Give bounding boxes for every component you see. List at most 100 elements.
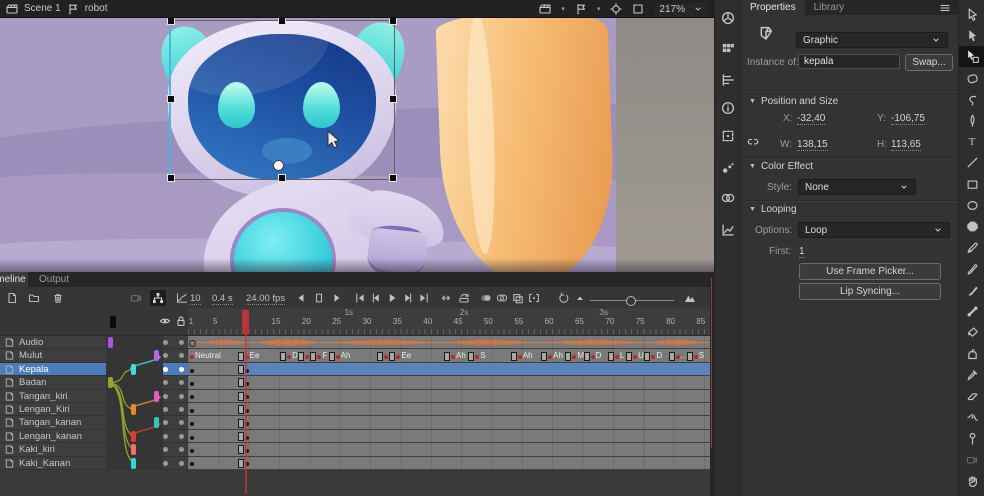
transform-panel-button[interactable] <box>718 126 738 146</box>
layer-lock-dot[interactable] <box>179 353 184 358</box>
graph-editor-button[interactable] <box>174 290 190 306</box>
selection-handle-mid-left[interactable] <box>167 95 175 103</box>
tab-output[interactable]: Output <box>30 272 78 287</box>
frames-row-Lengan_Kiri[interactable] <box>188 403 710 416</box>
mouth-span-end-f59[interactable] <box>541 352 547 361</box>
selected-frame-span-Kepala[interactable] <box>243 363 710 375</box>
eyedropper-tool[interactable] <box>959 364 984 385</box>
use-frame-picker-button[interactable]: Use Frame Picker... <box>799 263 941 280</box>
keyframe-mulut-f71[interactable] <box>615 355 619 359</box>
timeline-ruler[interactable]: 151520253035404550556065707580851s2s3s <box>188 308 710 336</box>
mouth-span-end-f24[interactable] <box>329 352 335 361</box>
parent-tag-Mulut[interactable] <box>154 350 159 361</box>
color-effect-section-header[interactable]: ▼Color Effect <box>749 161 813 172</box>
mouth-span-end-f34[interactable] <box>389 352 395 361</box>
align-panel-button[interactable] <box>718 70 738 90</box>
zoom-in-timeline-button[interactable] <box>682 290 698 306</box>
breadcrumb-scene[interactable]: Scene 1 <box>24 3 61 14</box>
span-end-Tangan_kanan[interactable] <box>238 419 244 428</box>
history-panel-button[interactable] <box>718 220 738 240</box>
go-to-first-frame-button[interactable] <box>352 290 368 306</box>
mouth-span-end-f32[interactable] <box>377 352 383 361</box>
camera-toggle-button[interactable] <box>128 290 144 306</box>
layer-lock-dot[interactable] <box>179 434 184 439</box>
lip-syncing-button[interactable]: Lip Syncing... <box>799 283 941 300</box>
h-value[interactable]: 113,65 <box>891 139 921 151</box>
keyframe-Lengan_kanan-f1[interactable] <box>190 436 194 440</box>
parent-tag-Audio[interactable] <box>108 337 113 348</box>
eraser-tool[interactable] <box>959 386 984 407</box>
keyframe-mulut-f81[interactable] <box>676 355 680 359</box>
selection-tool[interactable] <box>959 4 984 25</box>
selection-handle-bottom-left[interactable] <box>167 174 175 182</box>
ink-bottle-tool[interactable] <box>959 343 984 364</box>
keyframe-Kaki_kiri-f1[interactable] <box>190 449 194 453</box>
lasso-tool[interactable] <box>959 89 984 110</box>
fluid-brush-tool[interactable] <box>959 280 984 301</box>
span-end-Kaki_kiri[interactable] <box>238 445 244 454</box>
polystar-tool[interactable] <box>959 216 984 237</box>
step-forward-one-frame-button[interactable] <box>400 290 416 306</box>
w-value[interactable]: 138,15 <box>797 139 828 151</box>
asset-warp-tool[interactable] <box>959 428 984 449</box>
mouth-span-end-f80[interactable] <box>669 352 675 361</box>
delete-layer-button[interactable] <box>50 290 66 306</box>
frame-rate-indicator[interactable]: 24.00 fps <box>246 293 285 305</box>
looping-options-dropdown[interactable]: Loop <box>798 222 950 238</box>
parent-tag-Tangan_kanan[interactable] <box>154 417 159 428</box>
keyframe-mulut-f84[interactable] <box>694 355 698 359</box>
show-hide-all-layers-icon[interactable] <box>158 314 172 328</box>
play-button[interactable] <box>384 290 400 306</box>
onion-skin-button[interactable] <box>478 290 494 306</box>
color-style-dropdown[interactable]: None <box>798 179 916 195</box>
span-end-Kepala[interactable] <box>238 365 244 374</box>
width-tool[interactable] <box>959 407 984 428</box>
span-end-Badan[interactable] <box>238 378 244 387</box>
step-back-button[interactable] <box>293 290 309 306</box>
elapsed-time-indicator[interactable]: 0.4 s <box>212 293 233 305</box>
y-value[interactable]: -106,75 <box>891 113 925 125</box>
go-to-last-frame-button[interactable] <box>416 290 432 306</box>
mouth-span-end-f19[interactable] <box>298 352 304 361</box>
step-forward-button[interactable] <box>329 290 345 306</box>
gradient-transform-tool[interactable] <box>959 68 984 89</box>
span-end-Lengan_Kiri[interactable] <box>238 405 244 414</box>
edit-multiple-frames-button[interactable] <box>510 290 526 306</box>
tab-properties[interactable]: Properties <box>741 0 805 15</box>
modify-markers-button[interactable] <box>526 290 542 306</box>
instance-name-field[interactable]: kepala <box>798 54 900 69</box>
selection-handle-bottom-right[interactable] <box>389 174 397 182</box>
layer-lock-dot[interactable] <box>179 407 184 412</box>
new-layer-button[interactable] <box>4 290 20 306</box>
frames-row-Tangan_kanan[interactable] <box>188 416 710 429</box>
tab-library[interactable]: Library <box>805 0 854 15</box>
oval-tool[interactable] <box>959 195 984 216</box>
position-size-section-header[interactable]: ▼Position and Size <box>749 96 838 107</box>
paint-bucket-tool[interactable] <box>959 322 984 343</box>
parent-tag-Kaki_kiri[interactable] <box>131 444 136 455</box>
rectangle-tool[interactable] <box>959 174 984 195</box>
layer-lock-dot[interactable] <box>179 367 184 372</box>
hand-tool[interactable] <box>959 470 984 491</box>
layer-lock-dot[interactable] <box>179 380 184 385</box>
zoom-level-select[interactable]: 217% <box>654 3 708 16</box>
selection-handle-top-mid[interactable] <box>278 18 286 25</box>
selection-handle-bottom-mid[interactable] <box>278 174 286 182</box>
mouth-span-end-f83[interactable] <box>687 352 693 361</box>
keyframe-Kepala-f1[interactable] <box>190 369 194 373</box>
current-frame-indicator[interactable]: 10 <box>190 293 201 305</box>
onion-skin-outlines-button[interactable] <box>494 290 510 306</box>
layer-lock-dot[interactable] <box>179 394 184 399</box>
lock-all-layers-icon[interactable] <box>174 314 188 328</box>
panel-menu-icon[interactable] <box>939 2 951 14</box>
timeline-zoom-slider-knob[interactable] <box>626 296 636 306</box>
span-end-Lengan_kanan[interactable] <box>238 432 244 441</box>
clip-content-button[interactable] <box>632 3 644 15</box>
selection-handle-mid-right[interactable] <box>389 95 397 103</box>
panel-divider[interactable] <box>710 272 714 496</box>
reset-timeline-zoom-button[interactable] <box>556 290 572 306</box>
span-end-Kaki_Kanan[interactable] <box>238 459 244 468</box>
audio-keyframe[interactable] <box>189 340 196 347</box>
free-transform-tool[interactable] <box>959 46 984 67</box>
camera-tool[interactable] <box>959 449 984 470</box>
